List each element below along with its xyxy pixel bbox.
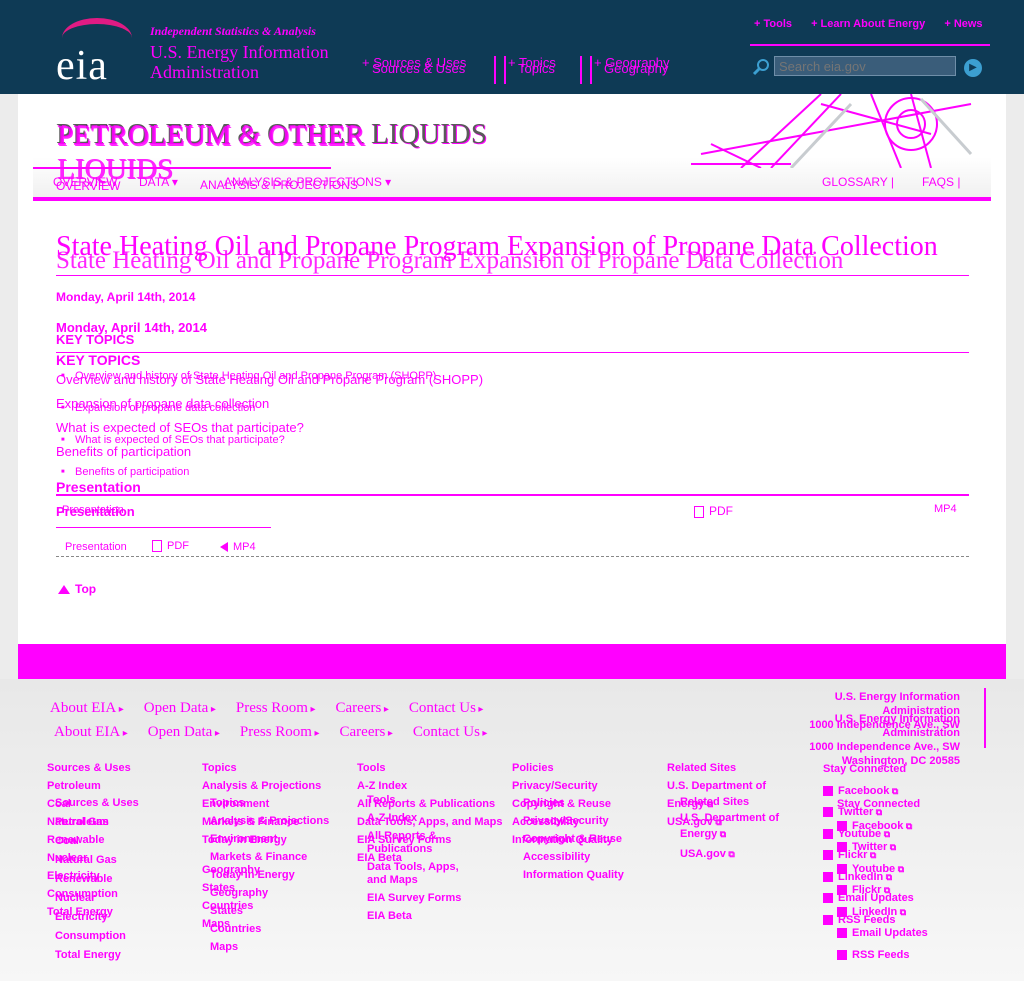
key-topics-heading-small: KEY TOPICS xyxy=(56,332,135,347)
address-divider xyxy=(984,688,986,748)
topic-bullet: Expansion of propane data collection xyxy=(61,402,255,414)
footer-link-open-data[interactable]: Open Data xyxy=(144,700,216,716)
presentation-subrule xyxy=(56,527,271,528)
presentation-divider xyxy=(56,556,969,557)
oil-pump-graphic xyxy=(691,94,973,168)
nav-divider xyxy=(504,56,506,84)
key-topics-heading: KEY TOPICS xyxy=(56,352,141,368)
youtube-icon xyxy=(837,863,847,874)
mp4-link[interactable]: MP4 xyxy=(220,541,256,553)
utility-nav: + Tools + Learn About Energy + News xyxy=(754,18,999,30)
rss-icon xyxy=(837,949,847,960)
footer-col-connected-dup: Stay Connected Facebook Twitter Youtube … xyxy=(837,794,928,966)
flickr-icon xyxy=(823,850,833,861)
util-link-learn[interactable]: + Learn About Energy xyxy=(811,18,925,30)
flickr-icon xyxy=(837,885,847,896)
footer-col-policies-dup: Policies Privacy/Security Copyright & Re… xyxy=(523,797,624,881)
footer-col-sources-dup: Sources & Uses Petroleum Coal Natural Ga… xyxy=(55,797,139,961)
logo-wordmark: eia xyxy=(56,43,108,89)
email-icon xyxy=(837,928,847,939)
nav-divider xyxy=(494,56,496,84)
tagline: Independent Statistics & Analysis xyxy=(150,24,316,38)
presentation-link[interactable]: Presentation xyxy=(65,541,127,553)
nav-topics[interactable]: + Topics Topics xyxy=(508,55,556,76)
footer-link[interactable]: A-Z Index xyxy=(357,777,502,795)
presentation-label-ghost: Presentation xyxy=(62,504,124,516)
footer-link-careers[interactable]: Careers xyxy=(336,700,389,716)
article-date-small: Monday, April 14th, 2014 xyxy=(56,290,196,304)
subnav-faqs[interactable]: FAQS | xyxy=(922,175,960,189)
twitter-icon xyxy=(823,807,833,818)
footer-link-about[interactable]: About EIA xyxy=(50,700,124,716)
facebook-icon xyxy=(823,785,833,796)
back-to-top-link[interactable]: Top xyxy=(58,582,96,596)
util-link-tools[interactable]: + Tools xyxy=(754,18,792,30)
arrow-up-icon xyxy=(58,585,70,595)
document-icon xyxy=(152,540,162,553)
search-input[interactable] xyxy=(774,56,956,76)
footer-band xyxy=(18,644,1006,679)
nav-divider xyxy=(580,56,582,84)
utility-divider xyxy=(750,44,990,46)
email-icon xyxy=(823,893,833,904)
youtube-icon xyxy=(823,828,833,839)
nav-divider xyxy=(590,56,592,84)
footer-link[interactable]: Petroleum xyxy=(47,777,131,795)
footer-link[interactable]: Analysis & Projections xyxy=(202,777,321,795)
footer-col-tools-dup: Tools A-Z Index All Reports & Publicatio… xyxy=(367,794,462,922)
rss-icon xyxy=(823,914,833,925)
speaker-icon xyxy=(220,542,228,553)
presentation-rule xyxy=(56,494,969,496)
nav-geography[interactable]: + Geography Geography xyxy=(594,55,670,76)
topic-item: Benefits of participation xyxy=(56,444,192,459)
agency-name[interactable]: U.S. Energy Information Administration xyxy=(150,42,360,82)
search-icon[interactable] xyxy=(752,58,770,76)
footer-col-related-dup: Related Sites U.S. Department of Energy … xyxy=(680,794,790,862)
subnav-bottom-rule xyxy=(33,197,991,201)
footer-link[interactable]: Privacy/Security xyxy=(512,777,613,795)
subnav-overview-dup: OVERVIEW xyxy=(56,179,121,193)
linkedin-icon xyxy=(823,871,833,882)
topic-bullet: Benefits of participation xyxy=(61,466,189,478)
subnav-divider xyxy=(33,167,331,169)
footer-link-press[interactable]: Press Room xyxy=(236,700,316,716)
mp4-link-top[interactable]: MP4 xyxy=(934,503,957,515)
eia-logo[interactable]: eia xyxy=(52,16,136,89)
footer-nav-dup: About EIAOpen DataPress RoomCareersConta… xyxy=(54,724,507,741)
footer-link-contact[interactable]: Contact Us xyxy=(409,700,484,716)
facebook-icon xyxy=(837,820,847,831)
util-link-news[interactable]: + News xyxy=(944,18,982,30)
footer-col-topics-dup: Topics Analysis & Projections Environmen… xyxy=(210,797,330,953)
linkedin-icon xyxy=(837,906,847,917)
pdf-link[interactable]: PDF xyxy=(152,540,189,553)
title-rule xyxy=(56,275,969,276)
section-title: PETROLEUM & OTHER LIQUIDS PETROLEUM & OT… xyxy=(56,118,487,185)
document-icon xyxy=(694,505,704,518)
topic-item: What is expected of SEOs that participat… xyxy=(56,420,304,435)
presentation-heading: Presentation xyxy=(56,479,141,495)
topic-item: Overview and history of State Heating Oi… xyxy=(56,372,484,387)
subnav-data[interactable]: DATA ▾ xyxy=(139,175,178,189)
key-topics-rule xyxy=(56,352,969,353)
nav-sources-uses[interactable]: + Sources & Uses Sources & Uses xyxy=(362,55,466,76)
pdf-link-top[interactable]: PDF xyxy=(694,504,733,518)
twitter-icon xyxy=(837,842,847,853)
search-go-button[interactable]: ▶ xyxy=(964,59,982,77)
footer-nav: About EIA Open Data Press Room Careers Conta… xyxy=(50,700,503,717)
subnav-glossary[interactable]: GLOSSARY | xyxy=(822,175,894,189)
subnav-analysis-dup: ANALYSIS & PROJECTIONS ▾ xyxy=(224,175,392,189)
